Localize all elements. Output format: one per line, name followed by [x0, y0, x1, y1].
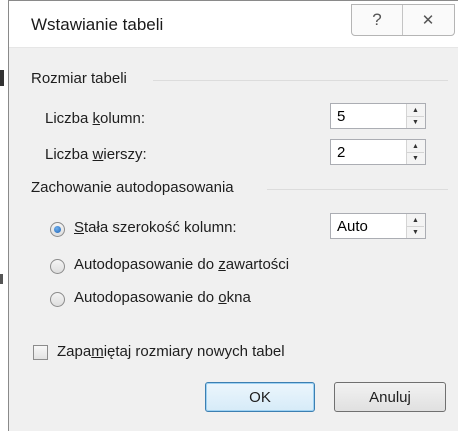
spin-down-icon[interactable]: ▼: [407, 226, 424, 238]
autofit-contents-label[interactable]: Autodopasowanie do zawartości: [74, 256, 289, 273]
rows-value[interactable]: 2: [337, 144, 345, 161]
columns-label: Liczba kolumn:: [45, 110, 146, 127]
fixed-width-label[interactable]: Stała szerokość kolumn:: [74, 219, 237, 236]
remember-label[interactable]: Zapamiętaj rozmiary nowych tabel: [57, 343, 285, 360]
remember-checkbox[interactable]: [33, 345, 48, 360]
window-edge-mark: [0, 274, 3, 284]
cancel-button[interactable]: Anuluj: [334, 382, 446, 412]
rows-spinner[interactable]: 2 ▲ ▼: [330, 139, 426, 165]
spin-down-icon[interactable]: ▼: [407, 152, 424, 164]
help-button[interactable]: ?: [352, 5, 403, 35]
radio-autofit-window[interactable]: [50, 292, 65, 307]
radio-autofit-contents[interactable]: [50, 259, 65, 274]
group-divider: [267, 189, 448, 190]
title-buttons: ? ✕: [351, 4, 455, 36]
dialog-body: Rozmiar tabeli Liczba kolumn: 5 ▲ ▼ Licz…: [9, 48, 458, 431]
help-icon: ?: [372, 10, 382, 29]
close-button[interactable]: ✕: [402, 5, 454, 35]
insert-table-dialog: Wstawianie tabeli ? ✕ Rozmiar tabeli Lic…: [8, 0, 458, 431]
dialog-title: Wstawianie tabeli: [31, 15, 164, 34]
column-width-value[interactable]: Auto: [337, 218, 368, 235]
group-label-table-size: Rozmiar tabeli: [31, 70, 127, 87]
ok-button[interactable]: OK: [205, 382, 315, 412]
columns-value[interactable]: 5: [337, 108, 345, 125]
rows-label: Liczba wierszy:: [45, 146, 147, 163]
group-divider: [153, 80, 448, 81]
window-edge-mark: [0, 70, 4, 86]
close-icon: ✕: [421, 12, 435, 29]
radio-fixed-width[interactable]: [50, 222, 65, 237]
group-label-autofit: Zachowanie autodopasowania: [31, 179, 234, 196]
spin-down-icon[interactable]: ▼: [407, 116, 424, 128]
columns-spinner[interactable]: 5 ▲ ▼: [330, 103, 426, 129]
title-bar: Wstawianie tabeli ? ✕: [9, 1, 458, 48]
autofit-window-label[interactable]: Autodopasowanie do okna: [74, 289, 251, 306]
column-width-spinner[interactable]: Auto ▲ ▼: [330, 213, 426, 239]
